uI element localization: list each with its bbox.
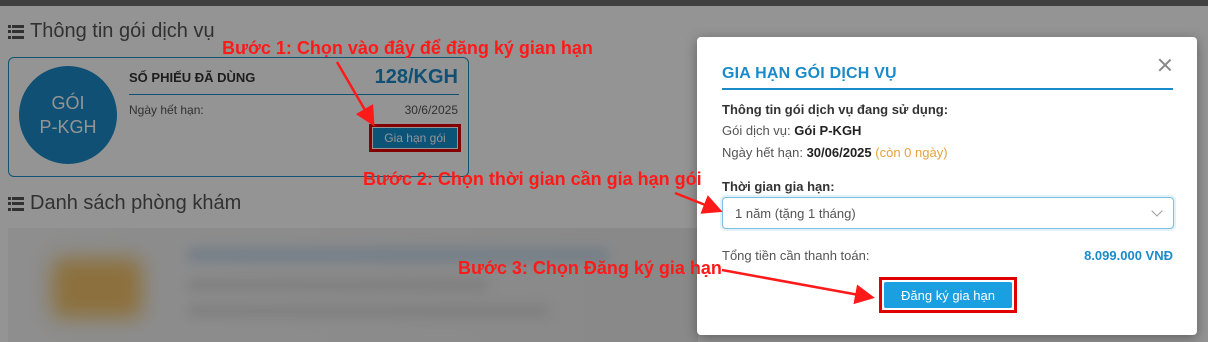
total-value: 8.099.000 VNĐ	[1084, 248, 1173, 263]
current-package-heading: Thông tin gói dịch vụ đang sử dụng:	[722, 102, 949, 117]
register-renewal-button[interactable]: Đăng ký gia hạn	[884, 282, 1012, 308]
chevron-down-icon	[1151, 205, 1163, 217]
renew-package-modal: GIA HẠN GÓI DỊCH VỤ Thông tin gói dịch v…	[697, 37, 1197, 335]
total-label: Tổng tiền cần thanh toán:	[722, 248, 870, 263]
remaining-days: (còn 0 ngày)	[875, 145, 948, 160]
period-selected-value: 1 năm (tặng 1 tháng)	[735, 205, 856, 221]
current-expiry-line: Ngày hết hạn: 30/06/2025 (còn 0 ngày)	[722, 145, 948, 160]
modal-title-divider	[722, 88, 1173, 90]
annotation-step-3: Bước 3: Chọn Đăng ký gia hạn	[458, 258, 722, 278]
annotation-step-1: Bước 1: Chọn vào đây để đăng ký gian hạn	[222, 38, 593, 58]
submit-button-highlight: Đăng ký gia hạn	[879, 277, 1017, 313]
annotation-step-2: Bước 2: Chọn thời gian cần gia hạn gói	[363, 169, 702, 189]
period-select[interactable]: 1 năm (tặng 1 tháng)	[722, 197, 1174, 229]
package-value: Gói P-KGH	[794, 123, 862, 138]
period-label: Thời gian gia hạn:	[722, 179, 835, 194]
expiry-label: Ngày hết hạn:	[722, 145, 803, 160]
modal-title: GIA HẠN GÓI DỊCH VỤ	[722, 65, 897, 82]
current-package-line: Gói dịch vụ: Gói P-KGH	[722, 123, 861, 138]
package-label: Gói dịch vụ:	[722, 123, 791, 138]
close-icon[interactable]	[1157, 57, 1173, 73]
expiry-value: 30/06/2025	[806, 145, 872, 160]
